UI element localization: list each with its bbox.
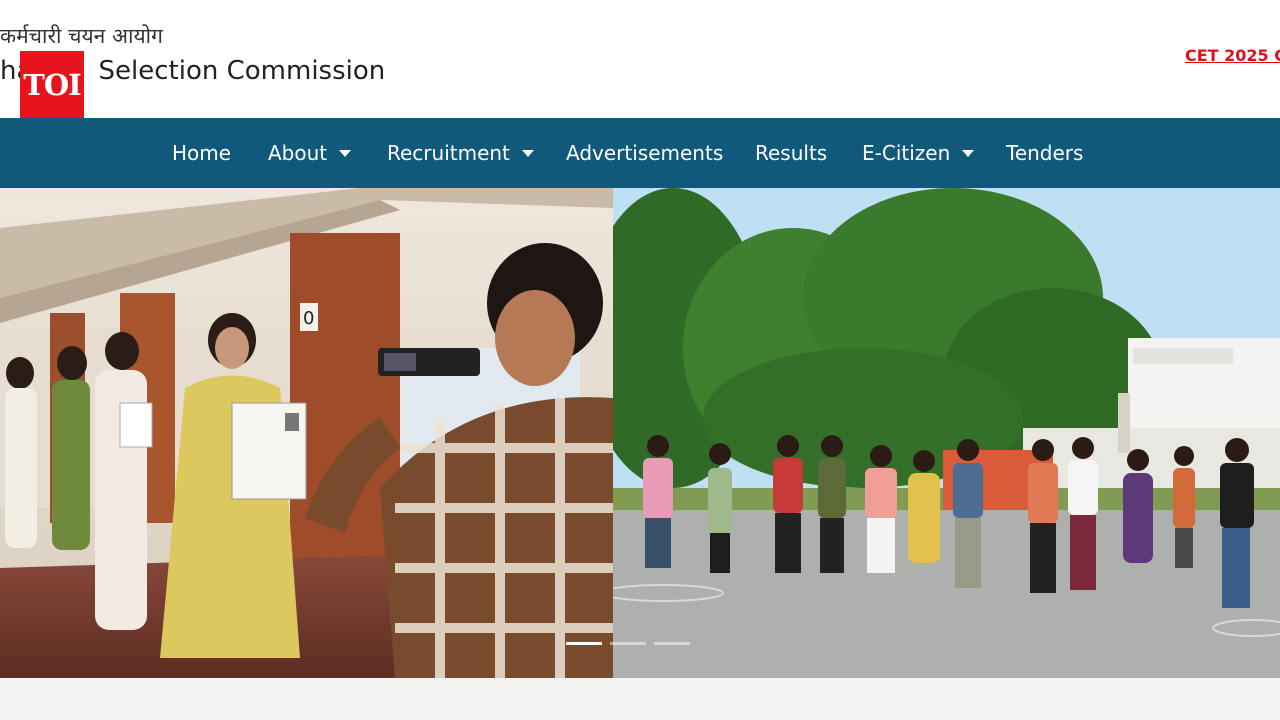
- site-header: कर्मचारी चयन आयोग ha Selection Commissio…: [0, 0, 1280, 118]
- nav-results-label: Results: [755, 141, 828, 165]
- nav-tenders-label: Tenders: [1006, 141, 1084, 165]
- caret-down-icon: [962, 149, 975, 157]
- hero-photo-indoor-candidates: 0: [0, 188, 613, 678]
- nav-recruitment-label: Recruitment: [387, 141, 510, 165]
- main-navbar: Home About Recruitment Advertisements Re…: [0, 118, 1280, 188]
- hindi-title: कर्मचारी चयन आयोग: [0, 24, 163, 48]
- nav-home-label: Home: [172, 141, 232, 165]
- nav-home[interactable]: Home: [172, 118, 231, 188]
- carousel-indicator-2[interactable]: [610, 642, 646, 645]
- hero-photo-outdoor-queue: [613, 188, 1280, 678]
- nav-about-label: About: [268, 141, 328, 165]
- content-area-top: [0, 678, 1280, 720]
- hero-carousel[interactable]: 0: [0, 188, 1280, 678]
- nav-recruitment[interactable]: Recruitment: [387, 118, 534, 188]
- nav-results[interactable]: Results: [755, 118, 827, 188]
- nav-e-citizen-label: E-Citizen: [862, 141, 951, 165]
- cet-announcement-link[interactable]: CET 2025 Gr: [1185, 46, 1280, 65]
- caret-down-icon: [521, 149, 534, 157]
- carousel-indicator-3[interactable]: [654, 642, 690, 645]
- caret-down-icon: [339, 149, 352, 157]
- nav-advertisements-label: Advertisements: [566, 141, 724, 165]
- nav-tenders[interactable]: Tenders: [1006, 118, 1083, 188]
- nav-e-citizen[interactable]: E-Citizen: [862, 118, 975, 188]
- nav-advertisements[interactable]: Advertisements: [566, 118, 723, 188]
- toi-watermark-logo: TOI: [20, 51, 84, 118]
- nav-about[interactable]: About: [268, 118, 352, 188]
- room-number-sign: 0: [303, 308, 314, 329]
- carousel-indicator-1[interactable]: [566, 642, 602, 645]
